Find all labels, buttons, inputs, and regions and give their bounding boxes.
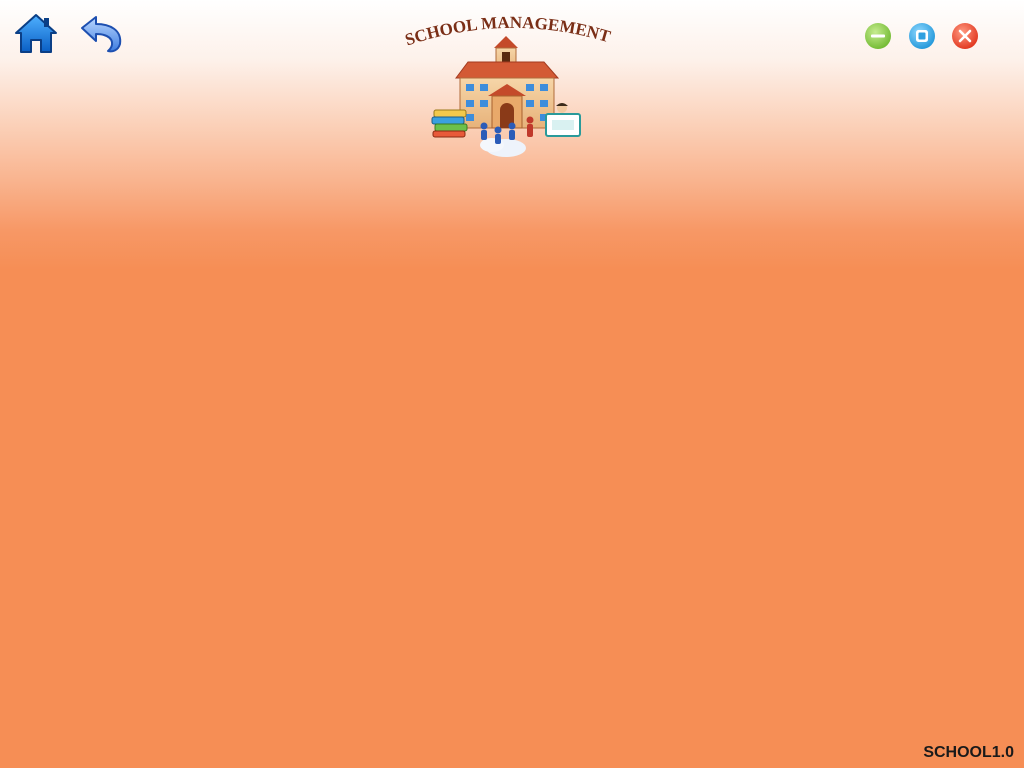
back-button[interactable]: [78, 14, 126, 54]
maximize-button[interactable]: [908, 22, 936, 50]
minimize-button[interactable]: [864, 22, 892, 50]
minimize-icon: [865, 23, 891, 49]
back-arrow-icon: [81, 16, 122, 53]
home-icon: [15, 14, 57, 53]
home-button[interactable]: [14, 12, 58, 56]
maximize-icon: [909, 23, 935, 49]
close-button[interactable]: [951, 22, 979, 50]
version-label: SCHOOL1.0: [923, 744, 1014, 761]
school-management-logo: SCHOOL MANAGEMENT: [372, 8, 644, 168]
close-icon: [952, 23, 978, 49]
